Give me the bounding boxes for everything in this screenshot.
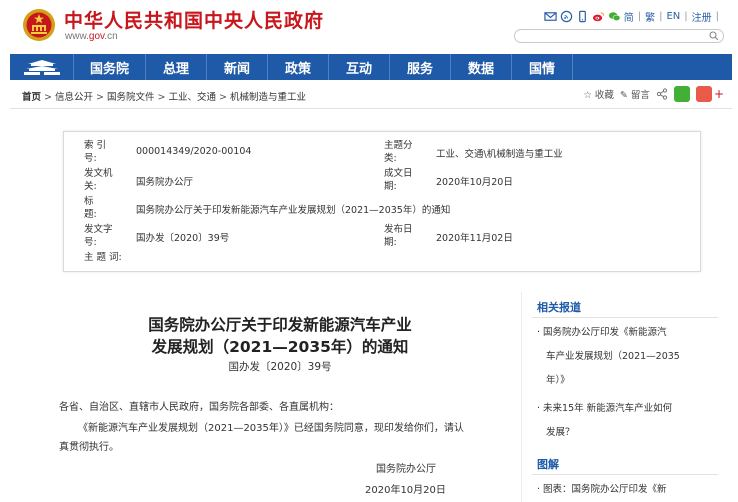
nav-item-services[interactable]: 服务 bbox=[390, 54, 451, 80]
related-report-line: 车产业发展规划（2021—2035 bbox=[546, 351, 680, 362]
nav-item-state-council[interactable]: 国务院 bbox=[74, 54, 146, 80]
issuer-value: 国务院办公厅 bbox=[136, 177, 194, 188]
wechat-share-icon[interactable] bbox=[673, 86, 690, 102]
comment-label: 留言 bbox=[630, 90, 650, 101]
separator: | bbox=[637, 11, 642, 22]
article-body-line: 《新能源汽车产业发展规划（2021—2035年）》已经国务院同意，现印发给你们，… bbox=[78, 423, 464, 434]
article-doc-number: 国办发〔2020〕39号 bbox=[228, 361, 332, 373]
graphic-link-line: · 图表：国务院办公厅印发《新 bbox=[537, 484, 667, 495]
weibo-share-icon[interactable] bbox=[695, 86, 712, 102]
rss-icon[interactable] bbox=[560, 10, 573, 23]
tiananmen-icon bbox=[23, 60, 60, 75]
star-icon: ☆ bbox=[583, 90, 592, 101]
breadcrumb-home[interactable]: 首页 bbox=[22, 92, 41, 103]
site-url[interactable]: www.gov.cn bbox=[65, 31, 118, 42]
site-title[interactable]: 中华人民共和国中央人民政府 bbox=[64, 6, 324, 33]
divider bbox=[10, 108, 732, 109]
search-box bbox=[514, 29, 724, 48]
created-date-value: 2020年10月20日 bbox=[436, 177, 513, 188]
register-link[interactable]: 注册 bbox=[692, 9, 712, 24]
breadcrumb-separator: > bbox=[44, 92, 52, 103]
related-report-line: · 未来15年 新能源汽车产业如何 bbox=[537, 403, 673, 414]
favorite-button[interactable]: ☆ 收藏 bbox=[583, 87, 614, 101]
article-body-line: 真贯彻执行。 bbox=[59, 442, 119, 453]
breadcrumb-separator: > bbox=[157, 92, 166, 103]
site-url-accent: gov bbox=[88, 31, 105, 42]
created-date-label: 成文日 期: bbox=[384, 168, 413, 192]
published-date-label: 发布日 期: bbox=[384, 224, 413, 248]
related-report-line: 年）》 bbox=[546, 375, 570, 386]
breadcrumb-machinery[interactable]: 机械制造与重工业 bbox=[230, 92, 306, 103]
index-label: 索 引 号: bbox=[84, 140, 107, 164]
related-report-line: 发展？ bbox=[546, 427, 575, 438]
published-date-value: 2020年11月02日 bbox=[436, 233, 513, 244]
separator: | bbox=[659, 11, 663, 22]
sidebar-rule bbox=[532, 474, 718, 475]
index-value: 000014349/2020-00104 bbox=[136, 146, 252, 157]
related-reports-heading: 相关报道 bbox=[537, 301, 581, 314]
breadcrumb-state-council-docs[interactable]: 国务院文件 bbox=[107, 92, 155, 103]
site-url-prefix: www. bbox=[65, 31, 89, 42]
favorite-label: 收藏 bbox=[594, 90, 614, 101]
title-value: 国务院办公厅关于印发新能源汽车产业发展规划（2021—2035年）的通知 bbox=[136, 205, 451, 216]
pencil-icon: ✎ bbox=[619, 90, 628, 101]
nav-item-national-info[interactable]: 国情 bbox=[512, 54, 573, 80]
doc-number-label: 发文字 号: bbox=[84, 224, 113, 248]
article-recipients: 各省、自治区、直辖市人民政府，国务院各部委、各直属机构： bbox=[59, 402, 339, 413]
site-header: 中华人民共和国中央人民政府 www.gov.cn 简 | 繁 | EN | 注册… bbox=[0, 0, 738, 50]
doc-number-value: 国办发〔2020〕39号 bbox=[136, 233, 230, 244]
topic-value: 工业、交通\机械制造与重工业 bbox=[436, 149, 563, 160]
lang-english-link[interactable]: EN bbox=[666, 11, 680, 22]
sidebar-rule bbox=[532, 317, 718, 318]
mobile-icon[interactable] bbox=[576, 10, 589, 23]
article-signature: 国务院办公厅 bbox=[376, 464, 436, 475]
lang-simplified-link[interactable]: 简 bbox=[624, 9, 634, 24]
article-date: 2020年10月20日 bbox=[365, 485, 446, 496]
article-title-line: 国务院办公厅关于印发新能源汽车产业 bbox=[148, 316, 412, 334]
lang-traditional-link[interactable]: 繁 bbox=[645, 9, 655, 24]
national-emblem-icon[interactable] bbox=[22, 8, 56, 42]
nav-item-policy[interactable]: 政策 bbox=[268, 54, 329, 80]
article-title-line: 发展规划（2021—2035年）的通知 bbox=[151, 338, 409, 356]
article-title: 国务院办公厅关于印发新能源汽车产业 发展规划（2021—2035年）的通知 bbox=[80, 314, 480, 358]
graphics-heading: 图解 bbox=[537, 458, 559, 471]
site-url-suffix: .cn bbox=[104, 31, 118, 42]
weibo-icon[interactable] bbox=[592, 10, 605, 23]
related-report-line: · 国务院办公厅印发《新能源汽 bbox=[537, 327, 667, 338]
comment-button[interactable]: ✎ 留言 bbox=[620, 87, 650, 101]
wechat-icon[interactable] bbox=[608, 10, 621, 23]
main-nav: 国务院 总理 新闻 政策 互动 服务 数据 国情 bbox=[10, 54, 732, 80]
search-input[interactable] bbox=[523, 36, 711, 48]
separator: | bbox=[684, 11, 688, 22]
breadcrumb-separator: > bbox=[218, 92, 227, 103]
more-share-icon[interactable]: + bbox=[714, 87, 724, 101]
document-info-table: 索 引 号: 000014349/2020-00104 主题分 类: 工业、交通… bbox=[63, 131, 701, 272]
top-links: 简 | 繁 | EN | 注册 | bbox=[544, 9, 720, 24]
mail-icon[interactable] bbox=[544, 10, 557, 23]
nav-item-news[interactable]: 新闻 bbox=[207, 54, 268, 80]
breadcrumb-industry-transport[interactable]: 工业、交通 bbox=[168, 92, 216, 103]
nav-home-button[interactable] bbox=[10, 54, 74, 80]
nav-item-interaction[interactable]: 互动 bbox=[329, 54, 390, 80]
breadcrumb-separator: > bbox=[96, 92, 104, 103]
title-label: 标 题: bbox=[84, 196, 97, 220]
keywords-label: 主 题 词: bbox=[84, 252, 122, 263]
breadcrumb-info-disclosure[interactable]: 信息公开 bbox=[55, 92, 93, 103]
nav-item-premier[interactable]: 总理 bbox=[146, 54, 207, 80]
breadcrumb: 首页 > 信息公开 > 国务院文件 > 工业、交通 > 机械制造与重工业 bbox=[22, 89, 306, 103]
separator: | bbox=[715, 11, 719, 22]
sidebar-divider bbox=[521, 292, 522, 502]
topic-label: 主题分 类: bbox=[384, 140, 413, 164]
article-tools: ☆ 收藏 ✎ 留言 + bbox=[583, 86, 724, 102]
nav-item-data[interactable]: 数据 bbox=[451, 54, 512, 80]
share-icon[interactable] bbox=[656, 88, 668, 100]
search-icon[interactable] bbox=[709, 31, 719, 41]
issuer-label: 发文机 关: bbox=[84, 168, 113, 192]
